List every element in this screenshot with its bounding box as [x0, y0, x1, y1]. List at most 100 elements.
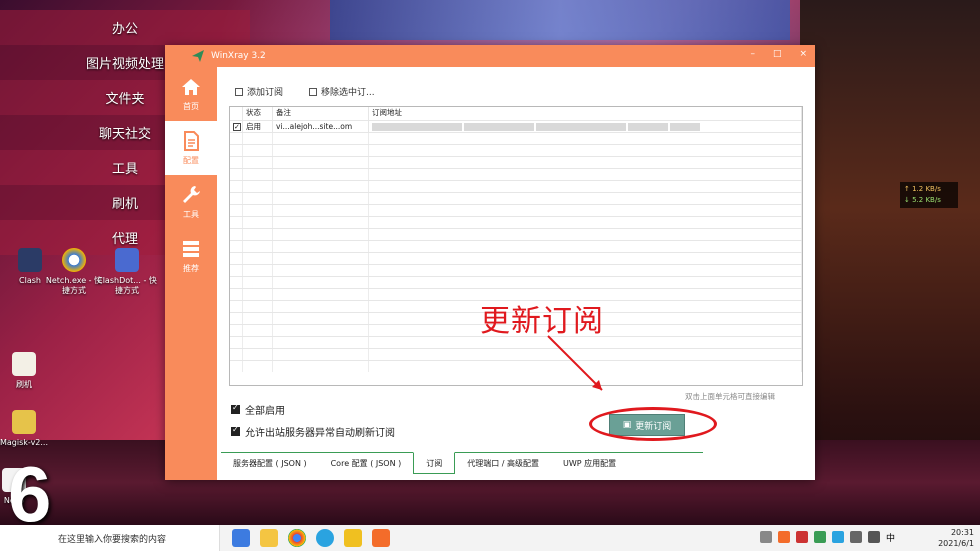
task-view-icon[interactable] — [232, 529, 250, 547]
desktop-icon-netch[interactable]: Netch.exe - 快捷方式 — [44, 248, 104, 296]
table-row — [230, 276, 802, 288]
tab-bar: 服务器配置 ( JSON ) Core 配置 ( JSON ) 订阅 代理端口 … — [221, 452, 703, 474]
close-button[interactable]: × — [799, 49, 807, 59]
sidebar-item-label: 配置 — [183, 156, 199, 165]
header-status[interactable]: 状态 — [243, 107, 273, 120]
clock-time: 20:31 — [950, 528, 974, 537]
sidebar: 首页 配置 工具 推荐 — [165, 67, 217, 480]
checkbox-checked[interactable] — [231, 425, 240, 436]
table-row — [230, 264, 802, 276]
winxray-taskbar-icon[interactable] — [372, 529, 390, 547]
home-icon — [182, 79, 200, 95]
remove-selected-label: 移除选中订... — [321, 88, 375, 98]
search-placeholder: 在这里输入你要搜索的内容 — [58, 534, 167, 545]
auto-refresh-label: 允许出站服务器异常自动刷新订阅 — [245, 428, 395, 439]
wifi-icon[interactable] — [850, 531, 862, 543]
remove-icon — [309, 87, 318, 96]
chrome-icon[interactable] — [288, 529, 306, 547]
app-icon[interactable] — [344, 529, 362, 547]
highlight-oval — [589, 407, 717, 441]
desktop-icon-label: ClashDot... - 快捷方式 — [97, 276, 157, 295]
wallpaper-window — [330, 0, 790, 40]
title-bar[interactable]: WinXray 3.2 – □ × — [165, 45, 815, 67]
document-icon — [184, 131, 199, 151]
tray-icon[interactable] — [814, 531, 826, 543]
sidebar-item-home[interactable]: 首页 — [165, 67, 217, 121]
annotation-arrow — [547, 335, 603, 391]
minimize-button[interactable]: – — [750, 49, 755, 59]
menu-label: 代理 — [111, 232, 138, 247]
toolbar: 添加订阅 移除选中订... — [235, 85, 375, 98]
table-row — [230, 228, 802, 240]
table-row — [230, 360, 802, 372]
header-check — [230, 107, 243, 120]
tab-subscription[interactable]: 订阅 — [413, 452, 456, 474]
row-status[interactable]: 启用 — [243, 121, 273, 132]
search-box[interactable]: 在这里输入你要搜索的内容 — [0, 525, 220, 551]
paper-plane-icon — [192, 50, 204, 62]
redacted-block — [372, 123, 462, 131]
table-row — [230, 180, 802, 192]
taskbar-apps — [232, 529, 390, 547]
tab-proxy-port[interactable]: 代理端口 / 高级配置 — [455, 453, 551, 474]
auto-refresh-checkbox[interactable]: 允许出站服务器异常自动刷新订阅 — [231, 424, 395, 439]
tray-icon[interactable] — [832, 531, 844, 543]
menu-item-office[interactable]: 办公 — [0, 10, 250, 45]
tab-server-config[interactable]: 服务器配置 ( JSON ) — [221, 453, 319, 474]
volume-icon[interactable] — [868, 531, 880, 543]
clock[interactable]: 20:31 2021/6/1 — [938, 527, 974, 549]
menu-label: 图片视频处理 — [85, 57, 164, 72]
desktop-icon-clashdot[interactable]: ClashDot... - 快捷方式 — [97, 248, 157, 296]
tray-icon[interactable] — [760, 531, 772, 543]
file-icon — [12, 352, 36, 376]
row-checkbox[interactable] — [233, 121, 241, 132]
sidebar-item-label: 推荐 — [183, 264, 199, 273]
clashdot-icon — [115, 248, 139, 272]
checkbox-checked[interactable] — [231, 403, 240, 414]
table-row — [230, 192, 802, 204]
desktop-icon-flash[interactable]: 刷机 — [0, 352, 54, 390]
maximize-button[interactable]: □ — [773, 49, 782, 59]
add-subscription-button[interactable]: 添加订阅 — [235, 85, 283, 98]
row-remark[interactable]: vi...alejoh...site...om — [273, 121, 369, 132]
wrench-icon — [183, 186, 200, 203]
desktop-icon-label: 刷机 — [16, 380, 32, 389]
add-subscription-label: 添加订阅 — [247, 88, 284, 98]
header-url[interactable]: 订阅地址 — [369, 107, 802, 120]
sidebar-item-recommend[interactable]: 推荐 — [165, 229, 217, 283]
step-number: 6 — [8, 450, 52, 538]
table-row — [230, 204, 802, 216]
ime-indicator[interactable]: 中 — [886, 531, 898, 544]
enable-all-checkbox[interactable]: 全部启用 — [231, 402, 285, 417]
edit-hint: 双击上面单元格可直接编辑 — [685, 392, 775, 401]
table-row — [230, 144, 802, 156]
winxray-window: WinXray 3.2 – □ × 首页 配置 工具 推荐 添加订阅 移除选中订… — [165, 45, 815, 480]
clash-icon — [18, 248, 42, 272]
sidebar-item-label: 首页 — [183, 102, 199, 111]
server-icon — [183, 241, 199, 257]
grid-header: 状态 备注 订阅地址 — [230, 107, 802, 120]
redacted-block — [536, 123, 626, 131]
desktop-icon-magisk[interactable]: Magisk-v2... — [0, 410, 54, 448]
tab-uwp-config[interactable]: UWP 应用配置 — [551, 453, 628, 474]
tray-icon[interactable] — [796, 531, 808, 543]
upload-speed: ↑ 1.2 KB/s — [904, 185, 941, 193]
table-row — [230, 168, 802, 180]
table-row[interactable]: 启用 vi...alejoh...site...om — [230, 120, 802, 132]
sidebar-item-tools[interactable]: 工具 — [165, 175, 217, 229]
sidebar-item-config[interactable]: 配置 — [165, 121, 217, 175]
table-row — [230, 156, 802, 168]
remove-selected-button[interactable]: 移除选中订... — [309, 85, 375, 98]
telegram-icon[interactable] — [316, 529, 334, 547]
tab-core-config[interactable]: Core 配置 ( JSON ) — [319, 453, 414, 474]
network-speed-meter: ↑ 1.2 KB/s ↓ 5.2 KB/s — [900, 182, 958, 208]
window-title: WinXray 3.2 — [211, 51, 266, 61]
file-explorer-icon[interactable] — [260, 529, 278, 547]
tray-icon[interactable] — [778, 531, 790, 543]
table-row — [230, 132, 802, 144]
redacted-block — [464, 123, 534, 131]
taskbar: 在这里输入你要搜索的内容 中 20:31 2021/6/1 — [0, 525, 980, 551]
header-remark[interactable]: 备注 — [273, 107, 369, 120]
row-checkbox-cell[interactable] — [230, 121, 243, 132]
row-url[interactable] — [369, 121, 802, 132]
